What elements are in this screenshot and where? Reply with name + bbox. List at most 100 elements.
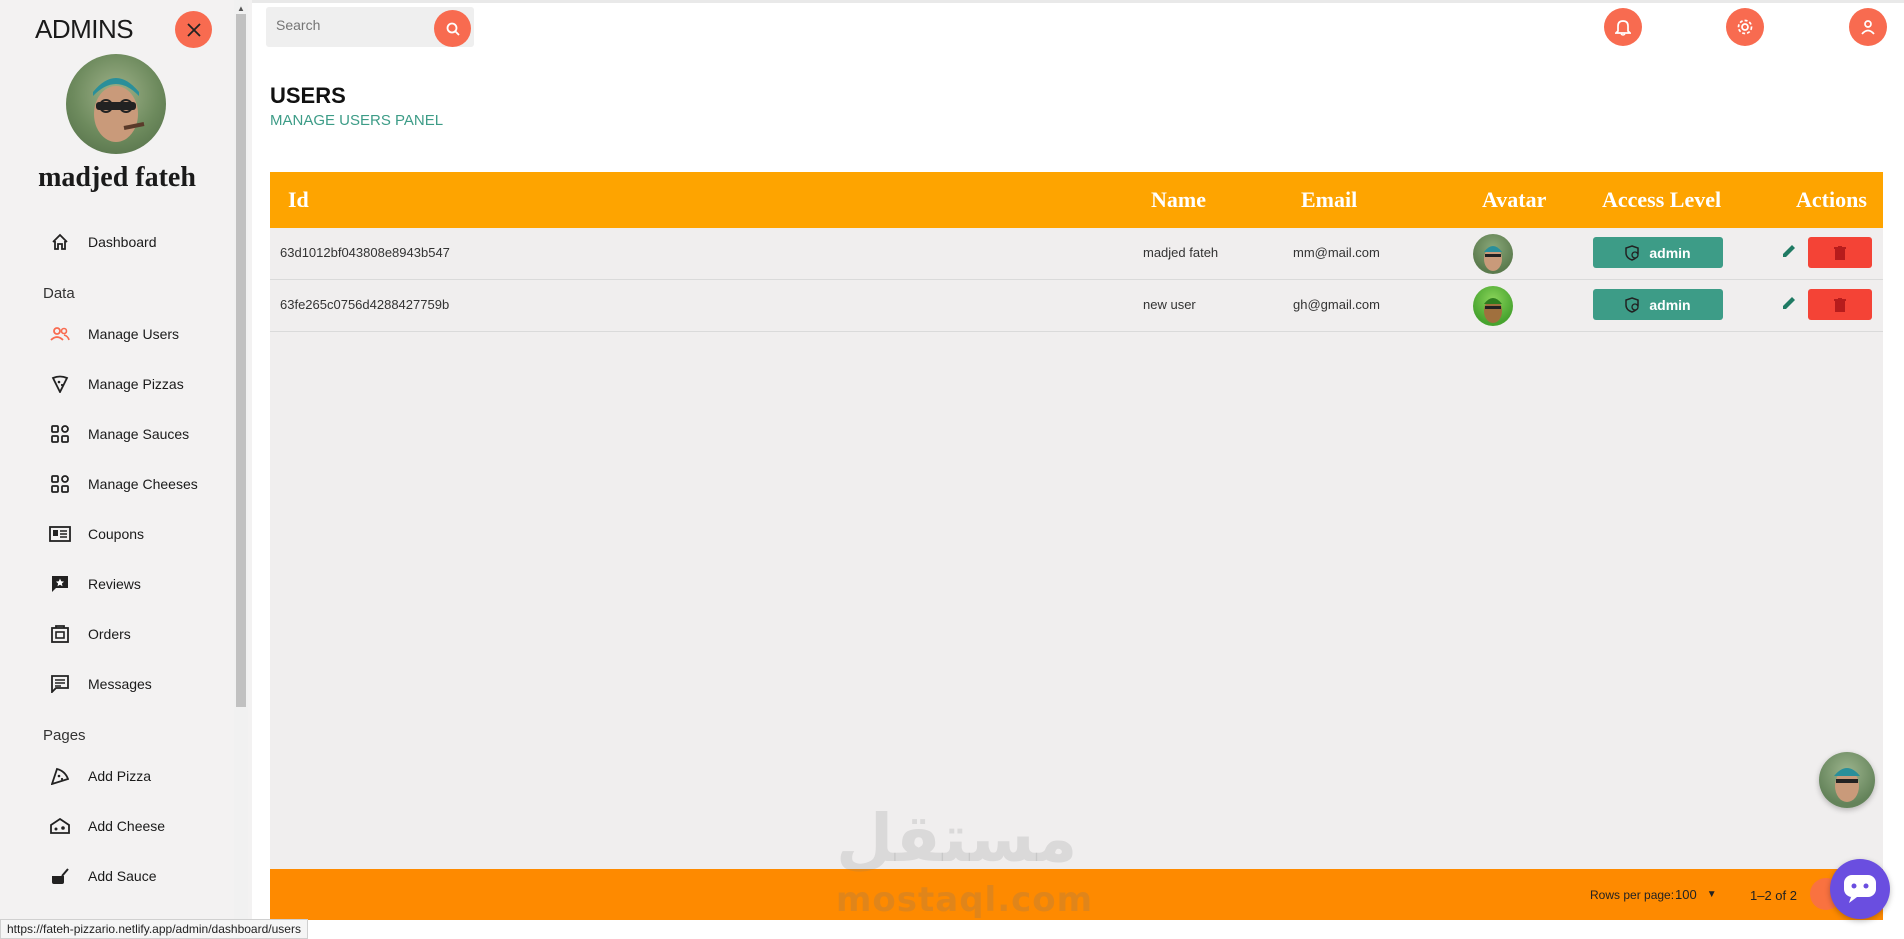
watermark-arabic: مستقل [836, 800, 1078, 877]
sidebar-scrollbar-thumb[interactable] [236, 14, 246, 707]
pencil-icon [1783, 245, 1795, 257]
users-icon [48, 322, 72, 346]
sidebar-item-manage-users[interactable]: Manage Users [48, 319, 179, 349]
profile-button[interactable] [1849, 8, 1887, 46]
caret-down-icon: ▼ [1706, 888, 1717, 900]
gear-icon [1737, 19, 1753, 35]
delete-button[interactable] [1808, 237, 1872, 268]
trash-icon [1834, 297, 1846, 312]
close-sidebar-button[interactable] [175, 11, 212, 48]
column-header-id[interactable]: Id [288, 187, 309, 213]
table-header: Id Name Email Avatar Access Level Action… [270, 172, 1883, 228]
access-level-label: admin [1649, 244, 1691, 261]
search-icon [446, 22, 460, 36]
rows-per-page-value: 100 [1675, 886, 1697, 902]
cell-email: mm@mail.com [1293, 245, 1380, 260]
watermark-latin: mostaql.com [836, 880, 1094, 920]
profile-avatar [66, 54, 166, 154]
avatar [1473, 286, 1513, 326]
column-header-email[interactable]: Email [1301, 187, 1357, 213]
sidebar-item-label: Messages [88, 676, 152, 692]
cell-name: new user [1143, 297, 1196, 312]
column-header-actions[interactable]: Actions [1796, 187, 1867, 213]
floating-avatar[interactable] [1819, 752, 1875, 808]
sidebar-item-dashboard[interactable]: Dashboard [48, 227, 157, 257]
profile-name: madjed fateh [38, 162, 196, 193]
cell-id: 63d1012bf043808e8943b547 [280, 245, 450, 260]
sidebar-item-manage-cheeses[interactable]: Manage Cheeses [48, 469, 198, 499]
topbar [252, 0, 1904, 60]
sidebar-item-manage-sauces[interactable]: Manage Sauces [48, 419, 189, 449]
sidebar-item-label: Manage Users [88, 326, 180, 342]
sidebar-item-add-pizza[interactable]: Add Pizza [48, 761, 151, 791]
shield-icon [1625, 296, 1640, 313]
column-header-name[interactable]: Name [1151, 187, 1206, 213]
edit-button[interactable] [1778, 292, 1800, 314]
sidebar-scrollbar[interactable]: ▲ [234, 0, 248, 939]
sidebar-item-reviews[interactable]: Reviews [48, 569, 141, 599]
cell-email: gh@gmail.com [1293, 297, 1380, 312]
message-icon [48, 672, 72, 696]
settings-button[interactable] [1726, 8, 1764, 46]
review-icon [48, 572, 72, 596]
cell-id: 63fe265c0756d4288427759b [280, 297, 450, 312]
sidebar-item-label: Manage Pizzas [88, 376, 184, 392]
access-level-button[interactable]: admin [1593, 289, 1723, 320]
sidebar-item-label: Manage Cheeses [88, 476, 198, 492]
shield-icon [1625, 244, 1640, 261]
sidebar-section-data: Data [43, 285, 75, 302]
avatar [1473, 234, 1513, 274]
pagination-info: 1–2 of 2 [1750, 888, 1797, 903]
grid-icon [48, 422, 72, 446]
status-bar-url: https://fateh-pizzario.netlify.app/admin… [0, 919, 308, 939]
page-subtitle: MANAGE USERS PANEL [270, 112, 444, 129]
trash-icon [1834, 245, 1846, 260]
edit-button[interactable] [1778, 240, 1800, 262]
table-row[interactable]: 63d1012bf043808e8943b547 madjed fateh mm… [270, 228, 1883, 280]
avatar-figure-icon [93, 78, 145, 142]
sidebar-section-pages: Pages [43, 727, 86, 744]
notifications-button[interactable] [1604, 8, 1642, 46]
access-level-label: admin [1649, 296, 1691, 313]
sidebar-item-label: Orders [88, 626, 131, 642]
home-icon [48, 230, 72, 254]
sidebar-item-manage-pizzas[interactable]: Manage Pizzas [48, 369, 184, 399]
sidebar-item-label: Dashboard [88, 234, 157, 250]
sidebar-title: ADMINS [35, 14, 134, 44]
sidebar-item-orders[interactable]: Orders [48, 619, 131, 649]
chat-button[interactable] [1830, 859, 1890, 919]
orders-icon [48, 622, 72, 646]
sidebar-item-label: Add Cheese [88, 818, 166, 834]
sidebar-item-label: Add Sauce [88, 868, 157, 884]
column-header-access-level[interactable]: Access Level [1602, 187, 1721, 213]
pencil-icon [1783, 297, 1795, 309]
bell-icon [1615, 20, 1631, 36]
table-row[interactable]: 63fe265c0756d4288427759b new user gh@gma… [270, 280, 1883, 332]
sidebar-item-label: Manage Sauces [88, 426, 190, 442]
sauce-icon [48, 864, 72, 888]
chat-icon [1844, 875, 1876, 903]
sidebar-item-add-sauce[interactable]: Add Sauce [48, 861, 157, 891]
sidebar-item-messages[interactable]: Messages [48, 669, 152, 699]
page-title: USERS [270, 83, 346, 108]
sidebar-item-add-cheese[interactable]: Add Cheese [48, 811, 165, 841]
delete-button[interactable] [1808, 289, 1872, 320]
cheese-icon [48, 814, 72, 838]
close-icon [186, 22, 201, 37]
pizza-icon [48, 372, 72, 396]
access-level-button[interactable]: admin [1593, 237, 1723, 268]
sidebar-item-label: Reviews [88, 576, 141, 592]
rows-per-page-select[interactable]: 100 ▼ [1675, 883, 1725, 905]
grid-icon [48, 472, 72, 496]
search-button[interactable] [434, 10, 471, 47]
pizza-slice-icon [48, 764, 72, 788]
cell-name: madjed fateh [1143, 245, 1219, 260]
search-input[interactable] [276, 17, 426, 33]
scroll-up-icon[interactable]: ▲ [237, 4, 245, 13]
person-icon [1861, 20, 1875, 35]
column-header-avatar[interactable]: Avatar [1482, 187, 1546, 213]
sidebar-item-label: Add Pizza [88, 768, 152, 784]
coupon-icon [48, 522, 72, 546]
rows-per-page-label: Rows per page: [1590, 888, 1675, 902]
sidebar-item-coupons[interactable]: Coupons [48, 519, 144, 549]
